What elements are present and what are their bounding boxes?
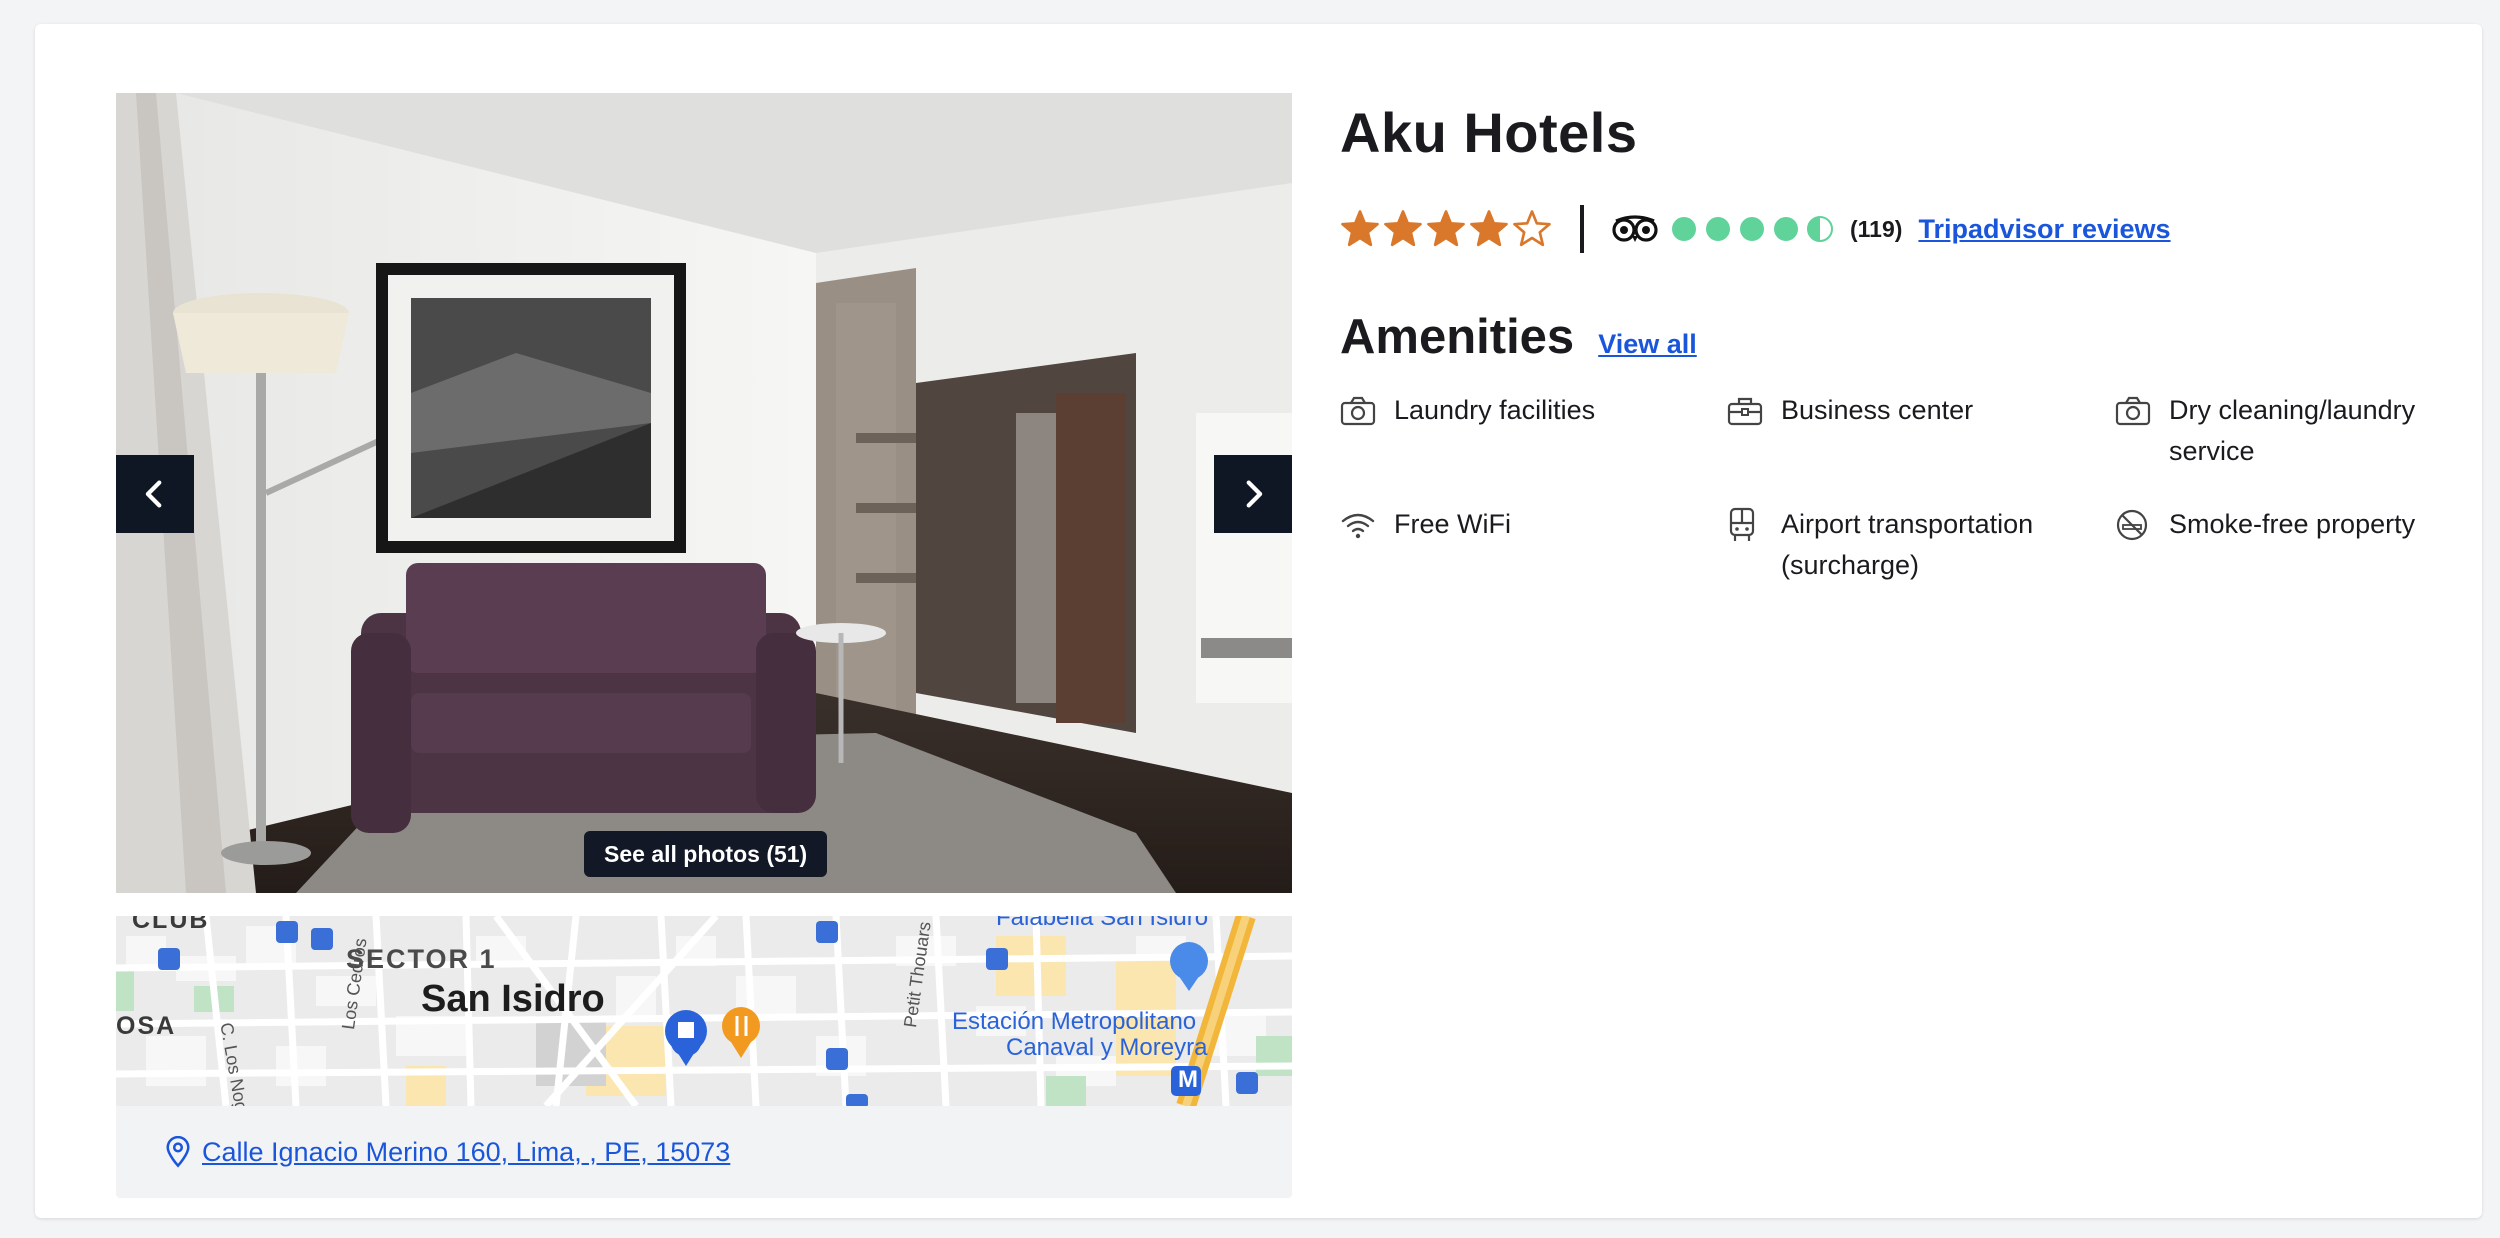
wifi-icon xyxy=(1340,504,1380,545)
photo-gallery[interactable]: See all photos (51) xyxy=(116,93,1292,893)
view-all-amenities-link[interactable]: View all xyxy=(1598,329,1697,360)
tripadvisor-reviews-link[interactable]: Tripadvisor reviews xyxy=(1918,214,2170,245)
gallery-prev-button[interactable] xyxy=(116,455,194,533)
metro-icon: M xyxy=(1178,1066,1198,1093)
amenity-label: Business center xyxy=(1781,395,1974,425)
hotel-card: See all photos (51) CLUB SECTOR 1 San Is… xyxy=(35,24,2482,1218)
no-smoking-icon xyxy=(2115,504,2155,545)
gallery-next-button[interactable] xyxy=(1214,455,1292,533)
address-bar: Calle Ignacio Merino 160, Lima, , PE, 15… xyxy=(116,1106,1292,1198)
amenity-airport-transportation: Airport transportation (surcharge) xyxy=(1727,504,2081,586)
map-label-club: CLUB xyxy=(132,916,210,934)
rating-bubble-full xyxy=(1672,217,1696,241)
rating-divider xyxy=(1580,205,1584,253)
hotel-room-photo xyxy=(116,93,1292,893)
chevron-left-icon xyxy=(145,480,162,508)
address-link[interactable]: Calle Ignacio Merino 160, Lima, , PE, 15… xyxy=(202,1137,730,1168)
rating-bubble-full xyxy=(1774,217,1798,241)
camera-icon xyxy=(1340,390,1380,431)
star-filled-icon xyxy=(1384,210,1422,247)
amenities-heading: Amenities xyxy=(1340,310,1575,364)
bus-icon xyxy=(1727,504,1767,545)
star-outline-icon xyxy=(1513,210,1551,247)
star-filled-icon xyxy=(1470,210,1508,247)
amenity-label: Dry cleaning/laundry service xyxy=(2169,395,2416,466)
tripadvisor-owl-icon xyxy=(1612,214,1658,244)
amenity-smoke-free: Smoke-free property xyxy=(2115,504,2469,545)
chevron-right-icon xyxy=(1246,480,1263,508)
amenities-header: Amenities View all xyxy=(1340,309,1697,365)
map-label-station-line2: Canaval y Moreyra xyxy=(1006,1034,1208,1061)
map-label-falabella: Falabella San Isidro xyxy=(996,916,1209,931)
review-count: (119) xyxy=(1850,215,1903,242)
map-label-station-line1: Estación Metropolitano xyxy=(952,1008,1197,1035)
rating-bubble-full xyxy=(1706,217,1730,241)
rating-bubble-full xyxy=(1740,217,1764,241)
camera-icon xyxy=(2115,390,2155,431)
amenity-label: Smoke-free property xyxy=(2169,509,2416,539)
amenity-business-center: Business center xyxy=(1727,390,2081,431)
amenity-label: Airport transportation (surcharge) xyxy=(1781,509,2034,580)
tripadvisor-bubble-rating xyxy=(1670,215,1834,243)
see-all-photos-button[interactable]: See all photos (51) xyxy=(584,831,828,877)
rating-row: (119) Tripadvisor reviews xyxy=(1340,204,2171,254)
rating-bubble-half xyxy=(1807,216,1833,242)
star-rating xyxy=(1340,209,1552,249)
amenity-laundry-facilities: Laundry facilities xyxy=(1340,390,1694,431)
briefcase-icon xyxy=(1727,390,1767,431)
map-label-district: San Isidro xyxy=(421,978,605,1020)
hotel-name: Aku Hotels xyxy=(1340,101,1638,164)
amenity-dry-cleaning: Dry cleaning/laundry service xyxy=(2115,390,2469,472)
map-pin-icon xyxy=(164,1136,192,1168)
star-filled-icon xyxy=(1427,210,1465,247)
map-label-osa: OSA xyxy=(116,1012,177,1040)
amenity-label: Laundry facilities xyxy=(1394,395,1596,425)
amenity-label: Free WiFi xyxy=(1394,509,1511,539)
star-filled-icon xyxy=(1341,210,1379,247)
amenity-free-wifi: Free WiFi xyxy=(1340,504,1694,545)
location-map[interactable]: CLUB SECTOR 1 San Isidro OSA C. Los Noga… xyxy=(116,916,1292,1106)
